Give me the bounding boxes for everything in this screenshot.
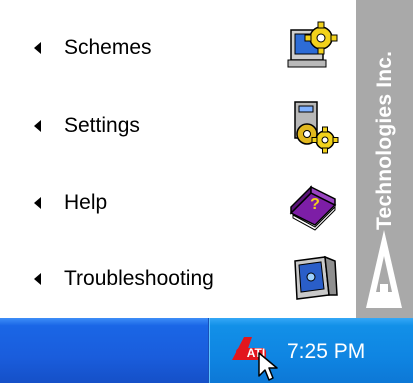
submenu-arrow-icon: [34, 120, 41, 132]
settings-gears-icon: [294, 101, 339, 154]
menu-item-schemes[interactable]: Schemes: [0, 13, 355, 83]
taskbar-clock[interactable]: 7:25 PM: [287, 340, 365, 364]
svg-text:?: ?: [310, 196, 320, 213]
menu-item-help[interactable]: Help ?: [0, 168, 355, 238]
help-book-icon: ?: [289, 185, 337, 231]
ati-context-menu: Schemes Settings Help ? Troubleshooting: [0, 0, 413, 318]
submenu-arrow-icon: [34, 273, 41, 285]
troubleshooting-monitor-icon: [294, 255, 338, 300]
menu-item-label: Settings: [64, 114, 140, 137]
submenu-arrow-icon: [34, 42, 41, 54]
schemes-monitor-gear-icon: [287, 21, 338, 68]
menu-item-label: Help: [64, 191, 108, 214]
menu-item-label: Schemes: [64, 36, 152, 59]
ati-brand-strip: Technologies Inc.: [356, 0, 413, 318]
menu-item-troubleshooting[interactable]: Troubleshooting: [0, 244, 355, 314]
mouse-pointer-icon: [258, 352, 278, 381]
submenu-arrow-icon: [34, 197, 41, 209]
menu-item-label: Troubleshooting: [64, 267, 214, 290]
menu-item-settings[interactable]: Settings: [0, 91, 355, 161]
brand-text: Technologies Inc.: [372, 50, 396, 230]
ati-logo-icon: [366, 230, 402, 308]
